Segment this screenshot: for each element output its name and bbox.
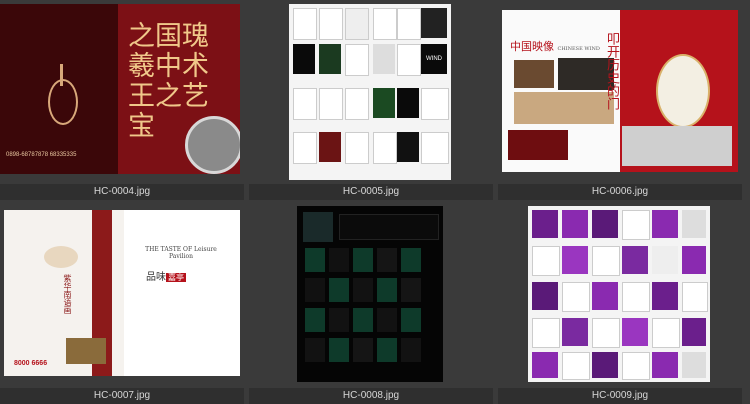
thumb-side-text: 叩开历史的门 (604, 32, 619, 110)
file-item-hc-0008[interactable]: HC-0008.jpg (249, 204, 493, 404)
thumbnail-hc-0004[interactable]: 之国瑰 羲中术 王之艺 宝 0898-68787878 68335335 (0, 4, 240, 174)
file-label[interactable]: HC-0007.jpg (0, 388, 244, 404)
thumb-panel-text: WIND (421, 44, 447, 74)
thumbnail-hc-0006[interactable]: 中国映像 CHINESE WIND 叩开历史的门 (502, 10, 738, 172)
thumb-brand: 中国映像 CHINESE WIND (510, 40, 600, 53)
thumbnail-hc-0007[interactable]: 紫华南语画 8000 6666 THE TASTE OF Leisure Pav… (4, 210, 240, 376)
thumb-brand: 品味 嘉亭 (146, 272, 186, 283)
thumbnail-hc-0009[interactable] (528, 206, 710, 382)
thumb-footer: 0898-68787878 68335335 (6, 152, 77, 158)
file-item-hc-0004[interactable]: 之国瑰 羲中术 王之艺 宝 0898-68787878 68335335 HC-… (0, 0, 244, 200)
file-item-hc-0007[interactable]: 紫华南语画 8000 6666 THE TASTE OF Leisure Pav… (0, 204, 244, 404)
file-label[interactable]: HC-0005.jpg (249, 184, 493, 200)
file-label[interactable]: HC-0004.jpg (0, 184, 244, 200)
pipa-icon (48, 79, 78, 125)
file-item-hc-0005[interactable]: WIND HC-0005.jpg (249, 0, 493, 200)
thumb-left-text: 紫华南语画 (63, 274, 72, 314)
file-label[interactable]: HC-0006.jpg (498, 184, 742, 200)
thumb-phone: 8000 6666 (14, 360, 48, 367)
file-label[interactable]: HC-0009.jpg (498, 388, 742, 404)
thumb-tagline: THE TASTE OF Leisure Pavilion (145, 246, 217, 260)
thumbnail-hc-0008[interactable] (297, 206, 443, 382)
file-label[interactable]: HC-0008.jpg (249, 388, 493, 404)
file-item-hc-0009[interactable]: HC-0009.jpg (498, 204, 742, 404)
file-item-hc-0006[interactable]: 中国映像 CHINESE WIND 叩开历史的门 HC-0006.jpg (498, 0, 742, 200)
thumbnail-hc-0005[interactable]: WIND (289, 4, 451, 180)
